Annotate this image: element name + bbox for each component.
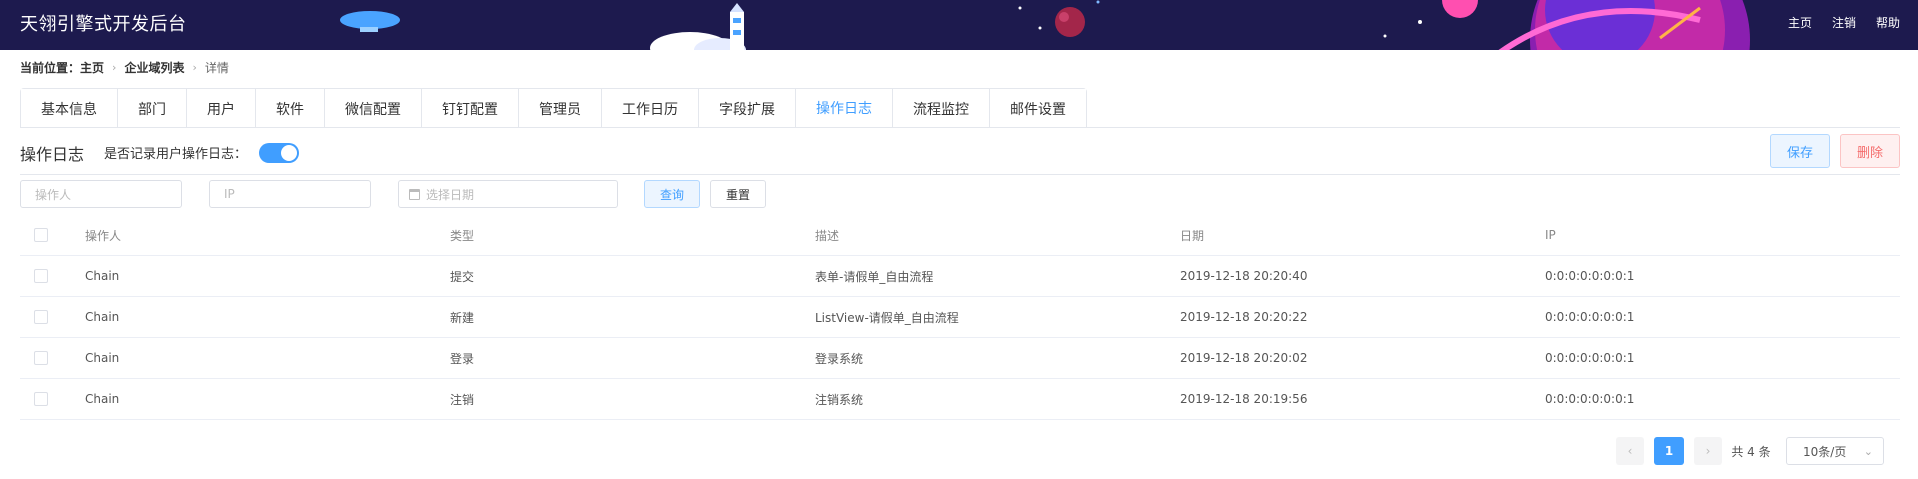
tab-admins[interactable]: 管理员 [519,89,602,128]
header-banner-illustration [340,0,1750,50]
row-checkbox[interactable] [34,269,48,283]
cell-ip: 0:0:0:0:0:0:0:1 [1545,269,1635,283]
app-title: 天翎引擎式开发后台 [20,14,187,35]
top-header: 天翎引擎式开发后台 主页 注销 帮助 [0,0,1918,50]
cell-description: 注销系统 [815,392,864,407]
calendar-icon [409,188,420,200]
switch-knob [281,145,297,161]
select-all-checkbox[interactable] [34,228,48,242]
cell-operator: Chain [85,269,120,283]
next-page-button[interactable]: › [1694,437,1722,465]
chevron-right-icon: › [192,61,197,74]
table-row[interactable]: Chain 登录 登录系统 2019-12-18 20:20:02 0:0:0:… [20,338,1900,379]
operator-input[interactable]: 操作人 [20,180,182,208]
chevron-down-icon: ⌄ [1863,444,1873,458]
breadcrumb-current: 详情 [204,61,229,75]
delete-button[interactable]: 删除 [1840,134,1900,168]
breadcrumb-home[interactable]: 主页 [80,59,104,76]
tab-work-calendar[interactable]: 工作日历 [602,89,699,128]
cell-ip: 0:0:0:0:0:0:0:1 [1545,310,1635,324]
breadcrumb-prefix: 当前位置： [20,61,81,75]
table-row[interactable]: Chain 注销 注销系统 2019-12-18 20:19:56 0:0:0:… [20,379,1900,420]
nav-help-link[interactable]: 帮助 [1876,14,1900,31]
row-select-cell [34,379,48,419]
ip-input[interactable]: IP [209,180,371,208]
cell-date: 2019-12-18 20:19:56 [1180,392,1308,406]
row-select-cell [34,256,48,296]
nav-home-link[interactable]: 主页 [1788,14,1812,31]
total-count: 共 4 条 [1731,444,1771,459]
tab-divider [20,127,1900,128]
chevron-right-icon: › [112,61,117,74]
column-header-operator: 操作人 [85,228,122,243]
cell-description: ListView-请假单_自由流程 [815,310,959,325]
cell-operator: Chain [85,310,120,324]
log-toggle-label: 是否记录用户操作日志： [104,147,248,162]
table-header-row: 操作人 类型 描述 日期 IP [20,215,1900,256]
section-title: 操作日志 [20,145,85,164]
page-number-current[interactable]: 1 [1654,437,1684,465]
table-row[interactable]: Chain 新建 ListView-请假单_自由流程 2019-12-18 20… [20,297,1900,338]
cell-type: 新建 [450,310,475,325]
tab-mail-settings[interactable]: 邮件设置 [990,89,1086,128]
date-placeholder: 选择日期 [426,187,475,202]
cell-description: 表单-请假单_自由流程 [815,269,934,284]
page-size-select[interactable]: 10条/页 ⌄ [1786,437,1884,465]
cell-ip: 0:0:0:0:0:0:0:1 [1545,351,1635,365]
tab-wechat-config[interactable]: 微信配置 [325,89,422,128]
table-row[interactable]: Chain 提交 表单-请假单_自由流程 2019-12-18 20:20:40… [20,256,1900,297]
row-checkbox[interactable] [34,392,48,406]
cell-type: 登录 [450,351,475,366]
column-header-type: 类型 [450,228,475,243]
section-divider [20,174,1900,175]
select-all-cell [34,215,48,255]
reset-button[interactable]: 重置 [710,180,766,208]
save-button[interactable]: 保存 [1770,134,1830,168]
breadcrumb: 当前位置： 主页 › 企业域列表 › 详情 [20,59,229,76]
tab-departments[interactable]: 部门 [118,89,187,128]
tab-flow-monitor[interactable]: 流程监控 [893,89,990,128]
cell-date: 2019-12-18 20:20:40 [1180,269,1308,283]
date-picker[interactable]: 选择日期 [398,180,618,208]
column-header-description: 描述 [815,228,840,243]
cell-type: 提交 [450,269,475,284]
ip-placeholder: IP [224,187,235,201]
tab-software[interactable]: 软件 [256,89,325,128]
tab-basic-info[interactable]: 基本信息 [21,89,118,128]
top-nav: 主页 注销 帮助 [1788,14,1900,31]
cell-operator: Chain [85,392,120,406]
column-header-ip: IP [1545,228,1556,242]
tab-operation-log[interactable]: 操作日志 [796,89,893,128]
query-button[interactable]: 查询 [644,180,700,208]
page-size-value: 10条/页 [1803,444,1847,459]
row-checkbox[interactable] [34,310,48,324]
column-header-date: 日期 [1180,228,1205,243]
cell-type: 注销 [450,392,475,407]
nav-logout-link[interactable]: 注销 [1832,14,1856,31]
tab-field-extension[interactable]: 字段扩展 [699,89,796,128]
cell-date: 2019-12-18 20:20:22 [1180,310,1308,324]
log-table: 操作人 类型 描述 日期 IP Chain 提交 表单-请假单_自由流程 201… [20,215,1900,420]
tab-dingtalk-config[interactable]: 钉钉配置 [422,89,519,128]
row-select-cell [34,338,48,378]
breadcrumb-domain-list[interactable]: 企业域列表 [124,59,184,76]
cell-date: 2019-12-18 20:20:02 [1180,351,1308,365]
row-select-cell [34,297,48,337]
row-checkbox[interactable] [34,351,48,365]
cell-description: 登录系统 [815,351,864,366]
tab-users[interactable]: 用户 [187,89,256,128]
cell-operator: Chain [85,351,120,365]
prev-page-button[interactable]: ‹ [1616,437,1644,465]
tab-bar: 基本信息 部门 用户 软件 微信配置 钉钉配置 管理员 工作日历 字段扩展 操作… [20,88,1087,128]
cell-ip: 0:0:0:0:0:0:0:1 [1545,392,1635,406]
log-toggle-switch[interactable] [259,143,299,163]
operator-placeholder: 操作人 [35,187,72,202]
